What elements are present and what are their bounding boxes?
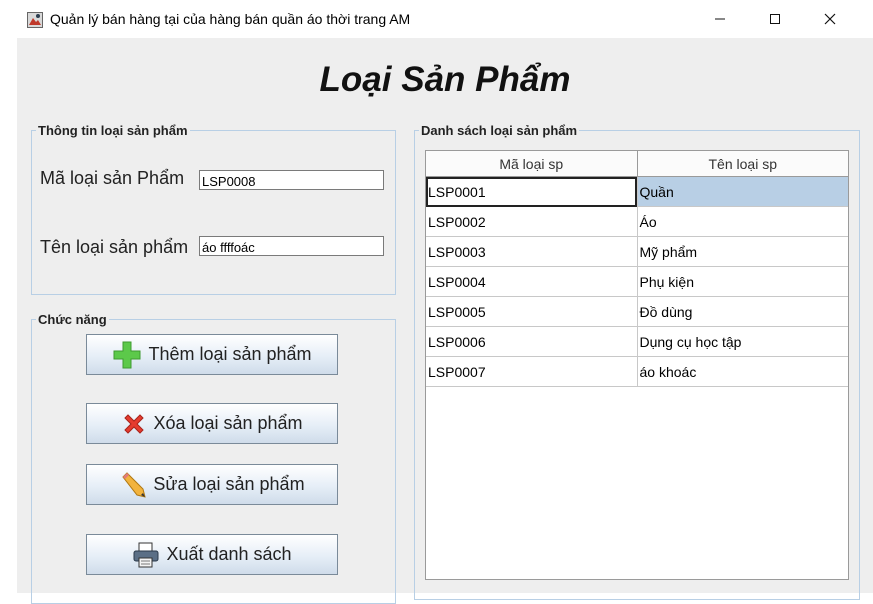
table-row[interactable]: LSP0003 Mỹ phẩm (426, 236, 848, 267)
minimize-button[interactable] (697, 0, 743, 38)
cell-code[interactable]: LSP0007 (426, 356, 638, 387)
cell-code[interactable]: LSP0001 (426, 176, 638, 207)
cell-name[interactable]: áo khoác (637, 356, 848, 387)
cell-code[interactable]: LSP0006 (426, 326, 638, 357)
name-field[interactable] (199, 236, 384, 256)
export-button-label: Xuất danh sách (166, 544, 292, 564)
column-header-name[interactable]: Tên loại sp (637, 151, 848, 177)
product-type-table[interactable]: Mã loại sp Tên loại sp LSP0001 Quần LSP0… (425, 150, 849, 580)
cell-code[interactable]: LSP0002 (426, 206, 638, 237)
export-list-button[interactable]: Xuất danh sách (86, 534, 338, 575)
cell-code[interactable]: LSP0005 (426, 296, 638, 327)
cell-name[interactable]: Áo (637, 206, 848, 237)
minimize-icon (715, 18, 725, 20)
pencil-icon (122, 471, 147, 498)
list-group-legend: Danh sách loại sản phẩm (421, 123, 578, 138)
table-header-row: Mã loại sp Tên loại sp (426, 151, 848, 177)
app-icon (27, 12, 43, 28)
delete-x-icon (124, 413, 145, 434)
close-button[interactable] (807, 0, 853, 38)
table-row[interactable]: LSP0004 Phụ kiện (426, 266, 848, 297)
delete-product-type-button[interactable]: Xóa loại sản phẩm (86, 403, 338, 444)
column-header-code[interactable]: Mã loại sp (426, 151, 638, 177)
table-row[interactable]: LSP0002 Áo (426, 206, 848, 237)
add-button-label: Thêm loại sản phẩm (148, 344, 312, 364)
product-type-info-group: Thông tin loại sản phẩm Mã loại sản Phẩm… (31, 123, 396, 295)
info-group-legend: Thông tin loại sản phẩm (38, 123, 188, 138)
window-title: Quản lý bán hàng tại của hàng bán quần á… (50, 11, 411, 27)
code-field[interactable] (199, 170, 384, 190)
cell-name[interactable]: Mỹ phẩm (637, 236, 848, 267)
page-title: Loại Sản Phẩm (319, 60, 571, 99)
maximize-button[interactable] (752, 0, 798, 38)
edit-product-type-button[interactable]: Sửa loại sản phẩm (86, 464, 338, 505)
close-icon (824, 13, 836, 25)
maximize-icon (770, 14, 780, 24)
cell-code[interactable]: LSP0003 (426, 236, 638, 267)
name-label: Tên loại sản phẩm (40, 237, 189, 257)
cell-code[interactable]: LSP0004 (426, 266, 638, 297)
plus-icon (113, 341, 141, 368)
code-label: Mã loại sản Phẩm (40, 168, 185, 188)
cell-name[interactable]: Quần (637, 176, 848, 207)
table-row[interactable]: LSP0001 Quần (426, 176, 848, 207)
edit-button-label: Sửa loại sản phẩm (153, 474, 305, 494)
cell-name[interactable]: Đồ dùng (637, 296, 848, 327)
title-bar[interactable]: Quản lý bán hàng tại của hàng bán quần á… (17, 0, 873, 38)
functions-group-legend: Chức năng (38, 312, 107, 327)
cell-name[interactable]: Dụng cụ học tập (637, 326, 848, 357)
table-row[interactable]: LSP0005 Đồ dùng (426, 296, 848, 327)
cell-name[interactable]: Phụ kiện (637, 266, 848, 297)
app-window: Quản lý bán hàng tại của hàng bán quần á… (17, 0, 873, 604)
table-row[interactable]: LSP0006 Dụng cụ học tập (426, 326, 848, 357)
printer-icon (133, 542, 159, 567)
add-product-type-button[interactable]: Thêm loại sản phẩm (86, 334, 338, 375)
delete-button-label: Xóa loại sản phẩm (153, 413, 303, 433)
table-row[interactable]: LSP0007 áo khoác (426, 356, 848, 387)
